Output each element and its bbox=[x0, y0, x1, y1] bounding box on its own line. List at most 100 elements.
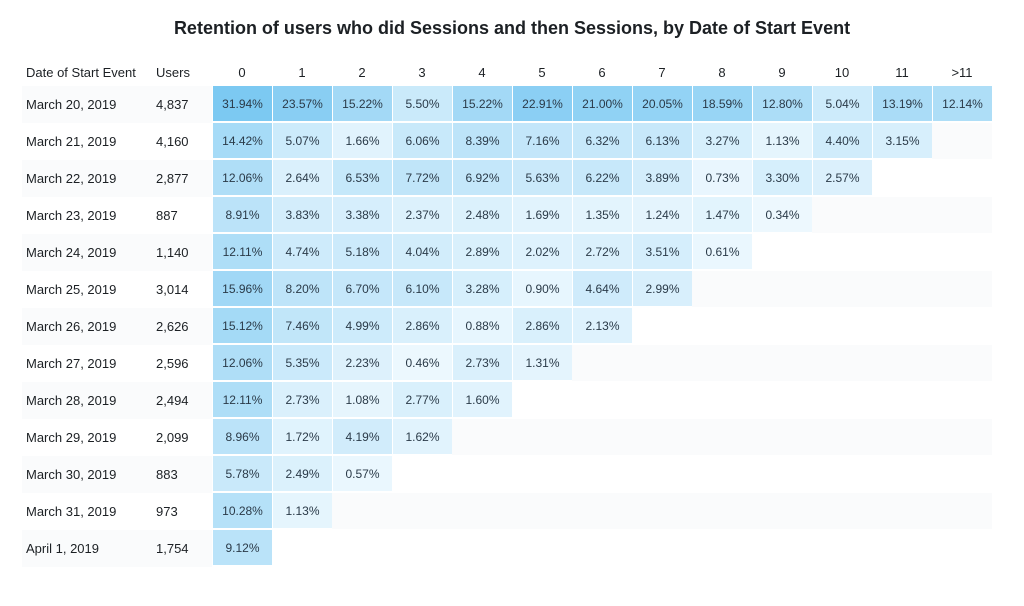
users-cell: 2,626 bbox=[152, 308, 212, 345]
retention-cell[interactable]: 5.35% bbox=[272, 345, 332, 381]
retention-cell[interactable]: 2.37% bbox=[392, 197, 452, 233]
retention-cell[interactable]: 6.92% bbox=[452, 160, 512, 196]
retention-cell[interactable]: 15.22% bbox=[452, 86, 512, 122]
retention-cell[interactable]: 8.96% bbox=[212, 419, 272, 455]
retention-cell[interactable]: 3.38% bbox=[332, 197, 392, 233]
retention-cell[interactable]: 15.96% bbox=[212, 271, 272, 307]
retention-cell[interactable]: 1.13% bbox=[752, 123, 812, 159]
retention-cell[interactable]: 23.57% bbox=[272, 86, 332, 122]
retention-cell[interactable]: 2.02% bbox=[512, 234, 572, 270]
retention-cell[interactable]: 0.73% bbox=[692, 160, 752, 196]
retention-cell[interactable]: 0.46% bbox=[392, 345, 452, 381]
retention-cell[interactable]: 0.88% bbox=[452, 308, 512, 344]
retention-cell[interactable]: 1.62% bbox=[392, 419, 452, 455]
retention-cell[interactable]: 12.11% bbox=[212, 234, 272, 270]
retention-cell[interactable]: 1.60% bbox=[452, 382, 512, 418]
retention-cell[interactable]: 5.07% bbox=[272, 123, 332, 159]
retention-cell[interactable]: 1.69% bbox=[512, 197, 572, 233]
empty-cell bbox=[812, 197, 872, 233]
retention-cell[interactable]: 12.11% bbox=[212, 382, 272, 418]
retention-cell[interactable]: 6.13% bbox=[632, 123, 692, 159]
retention-cell[interactable]: 5.50% bbox=[392, 86, 452, 122]
empty-cell bbox=[692, 382, 752, 418]
retention-cell[interactable]: 18.59% bbox=[692, 86, 752, 122]
retention-cell[interactable]: 6.10% bbox=[392, 271, 452, 307]
retention-cell[interactable]: 12.14% bbox=[932, 86, 992, 122]
retention-cell[interactable]: 3.30% bbox=[752, 160, 812, 196]
retention-cell[interactable]: 3.27% bbox=[692, 123, 752, 159]
retention-cell[interactable]: 1.08% bbox=[332, 382, 392, 418]
retention-cell[interactable]: 5.04% bbox=[812, 86, 872, 122]
retention-cell[interactable]: 4.99% bbox=[332, 308, 392, 344]
retention-cell[interactable]: 21.00% bbox=[572, 86, 632, 122]
retention-cell[interactable]: 2.73% bbox=[452, 345, 512, 381]
empty-cell bbox=[572, 530, 632, 566]
empty-cell bbox=[872, 345, 932, 381]
retention-cell[interactable]: 5.18% bbox=[332, 234, 392, 270]
retention-cell[interactable]: 0.34% bbox=[752, 197, 812, 233]
retention-cell[interactable]: 2.73% bbox=[272, 382, 332, 418]
retention-cell[interactable]: 2.86% bbox=[392, 308, 452, 344]
retention-cell[interactable]: 6.53% bbox=[332, 160, 392, 196]
retention-cell[interactable]: 6.22% bbox=[572, 160, 632, 196]
retention-cell[interactable]: 4.40% bbox=[812, 123, 872, 159]
retention-cell[interactable]: 1.24% bbox=[632, 197, 692, 233]
retention-cell[interactable]: 22.91% bbox=[512, 86, 572, 122]
retention-cell[interactable]: 1.72% bbox=[272, 419, 332, 455]
retention-cell[interactable]: 15.22% bbox=[332, 86, 392, 122]
retention-cell[interactable]: 10.28% bbox=[212, 493, 272, 529]
retention-cell[interactable]: 1.13% bbox=[272, 493, 332, 529]
retention-cell[interactable]: 6.06% bbox=[392, 123, 452, 159]
retention-cell[interactable]: 2.72% bbox=[572, 234, 632, 270]
retention-cell[interactable]: 8.20% bbox=[272, 271, 332, 307]
empty-cell bbox=[812, 308, 872, 344]
retention-cell[interactable]: 2.49% bbox=[272, 456, 332, 492]
retention-cell[interactable]: 9.12% bbox=[212, 530, 272, 566]
empty-cell bbox=[932, 234, 992, 270]
retention-cell[interactable]: 2.64% bbox=[272, 160, 332, 196]
retention-cell[interactable]: 3.28% bbox=[452, 271, 512, 307]
retention-cell[interactable]: 3.89% bbox=[632, 160, 692, 196]
retention-cell[interactable]: 0.90% bbox=[512, 271, 572, 307]
retention-cell[interactable]: 3.83% bbox=[272, 197, 332, 233]
retention-cell[interactable]: 7.72% bbox=[392, 160, 452, 196]
retention-cell[interactable]: 1.31% bbox=[512, 345, 572, 381]
retention-cell[interactable]: 7.46% bbox=[272, 308, 332, 344]
retention-cell[interactable]: 2.23% bbox=[332, 345, 392, 381]
retention-cell[interactable]: 8.39% bbox=[452, 123, 512, 159]
retention-cell[interactable]: 12.80% bbox=[752, 86, 812, 122]
retention-cell[interactable]: 2.57% bbox=[812, 160, 872, 196]
retention-cell[interactable]: 3.15% bbox=[872, 123, 932, 159]
retention-cell[interactable]: 2.99% bbox=[632, 271, 692, 307]
header-period-12: >11 bbox=[932, 57, 992, 86]
retention-cell[interactable]: 5.78% bbox=[212, 456, 272, 492]
retention-cell[interactable]: 12.06% bbox=[212, 160, 272, 196]
retention-cell[interactable]: 20.05% bbox=[632, 86, 692, 122]
retention-cell[interactable]: 15.12% bbox=[212, 308, 272, 344]
retention-cell[interactable]: 2.13% bbox=[572, 308, 632, 344]
retention-cell[interactable]: 1.66% bbox=[332, 123, 392, 159]
retention-cell[interactable]: 13.19% bbox=[872, 86, 932, 122]
retention-cell[interactable]: 6.32% bbox=[572, 123, 632, 159]
retention-cell[interactable]: 4.04% bbox=[392, 234, 452, 270]
retention-cell[interactable]: 8.91% bbox=[212, 197, 272, 233]
retention-cell[interactable]: 7.16% bbox=[512, 123, 572, 159]
retention-cell[interactable]: 31.94% bbox=[212, 86, 272, 122]
retention-cell[interactable]: 0.61% bbox=[692, 234, 752, 270]
retention-cell[interactable]: 4.64% bbox=[572, 271, 632, 307]
retention-cell[interactable]: 4.74% bbox=[272, 234, 332, 270]
retention-cell[interactable]: 0.57% bbox=[332, 456, 392, 492]
retention-cell[interactable]: 5.63% bbox=[512, 160, 572, 196]
retention-cell[interactable]: 14.42% bbox=[212, 123, 272, 159]
retention-cell[interactable]: 2.77% bbox=[392, 382, 452, 418]
retention-cell[interactable]: 2.48% bbox=[452, 197, 512, 233]
retention-cell[interactable]: 12.06% bbox=[212, 345, 272, 381]
retention-cell[interactable]: 3.51% bbox=[632, 234, 692, 270]
retention-cell[interactable]: 2.86% bbox=[512, 308, 572, 344]
retention-cell[interactable]: 4.19% bbox=[332, 419, 392, 455]
retention-cell[interactable]: 1.47% bbox=[692, 197, 752, 233]
retention-cell[interactable]: 2.89% bbox=[452, 234, 512, 270]
retention-cell[interactable]: 1.35% bbox=[572, 197, 632, 233]
retention-chart-container: { "title": "Retention of users who did S… bbox=[0, 0, 1024, 587]
retention-cell[interactable]: 6.70% bbox=[332, 271, 392, 307]
